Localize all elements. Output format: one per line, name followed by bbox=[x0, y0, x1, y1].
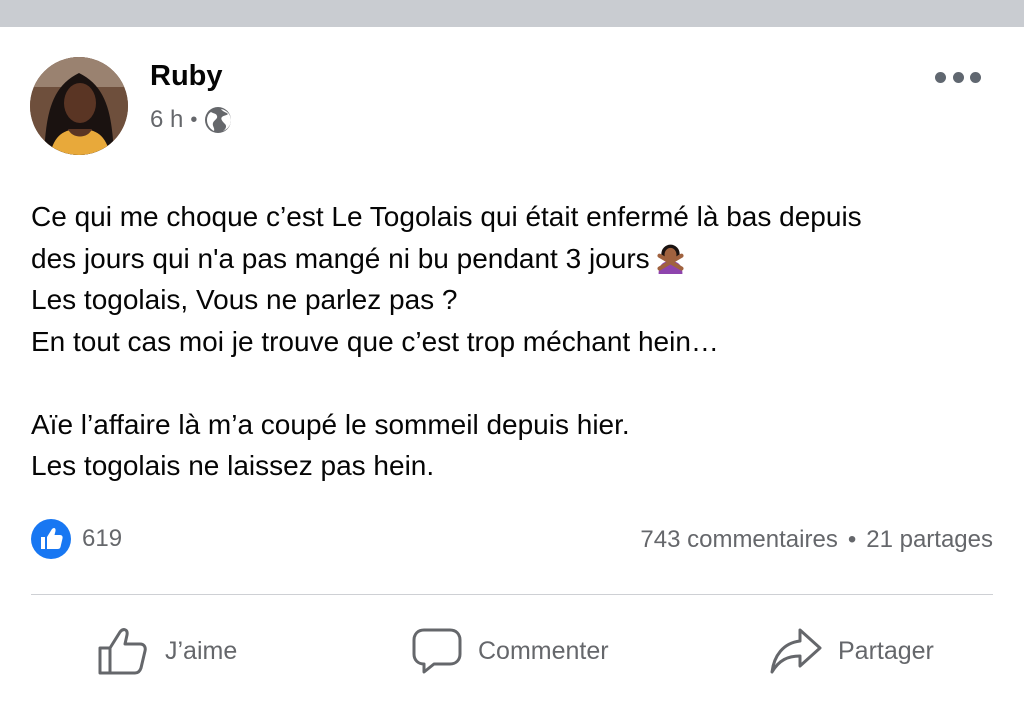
comment-bubble-icon bbox=[412, 628, 462, 674]
divider bbox=[31, 594, 993, 595]
more-dots-icon[interactable] bbox=[935, 70, 981, 84]
post-line: Aïe l’affaire là m’a coupé le sommeil de… bbox=[31, 408, 630, 440]
post-line: des jours qui n'a pas mangé ni bu pendan… bbox=[31, 242, 650, 274]
globe-icon[interactable] bbox=[204, 106, 232, 134]
comment-label: Commenter bbox=[478, 636, 609, 665]
like-label: J’aime bbox=[165, 636, 238, 665]
post-line-with-emoji: des jours qui n'a pas mangé ni bu pendan… bbox=[31, 238, 1001, 280]
dot bbox=[952, 71, 964, 83]
comments-count[interactable]: 743 commentaires bbox=[640, 526, 837, 554]
share-label: Partager bbox=[838, 636, 934, 665]
engagement-summary: 743 commentaires • 21 partages bbox=[640, 522, 993, 558]
post-line: En tout cas moi je trouve que c’est trop… bbox=[31, 325, 719, 357]
stats-separator: • bbox=[847, 526, 857, 553]
post-line: Ce qui me choque c’est Le Togolais qui é… bbox=[31, 201, 862, 232]
dot bbox=[935, 71, 946, 83]
post-line: Les togolais ne laissez pas hein. bbox=[31, 450, 435, 481]
author-name[interactable]: Ruby bbox=[150, 60, 223, 93]
share-arrow-icon bbox=[770, 628, 822, 674]
like-reaction-icon bbox=[31, 519, 71, 559]
post-text: Ce qui me choque c’est Le Togolais qui é… bbox=[31, 196, 1001, 487]
meta-separator: • bbox=[190, 108, 198, 131]
post-meta: 6 h • bbox=[150, 104, 232, 136]
like-count: 619 bbox=[82, 525, 123, 552]
person-gesturing-no-emoji bbox=[657, 244, 684, 274]
like-button[interactable]: J’aime bbox=[97, 624, 237, 678]
avatar-photo bbox=[30, 57, 128, 155]
post-line: Les togolais, Vous ne parlez pas ? bbox=[31, 284, 458, 315]
avatar[interactable] bbox=[30, 57, 128, 155]
post-time[interactable]: 6 h bbox=[150, 106, 183, 134]
share-button[interactable]: Partager bbox=[770, 624, 934, 678]
shares-count[interactable]: 21 partages bbox=[866, 526, 993, 554]
comment-button[interactable]: Commenter bbox=[412, 624, 609, 678]
top-bar bbox=[0, 0, 1024, 27]
thumbs-up-icon bbox=[98, 628, 147, 675]
dot bbox=[970, 71, 981, 83]
reactions-summary[interactable]: 619 bbox=[31, 518, 122, 560]
